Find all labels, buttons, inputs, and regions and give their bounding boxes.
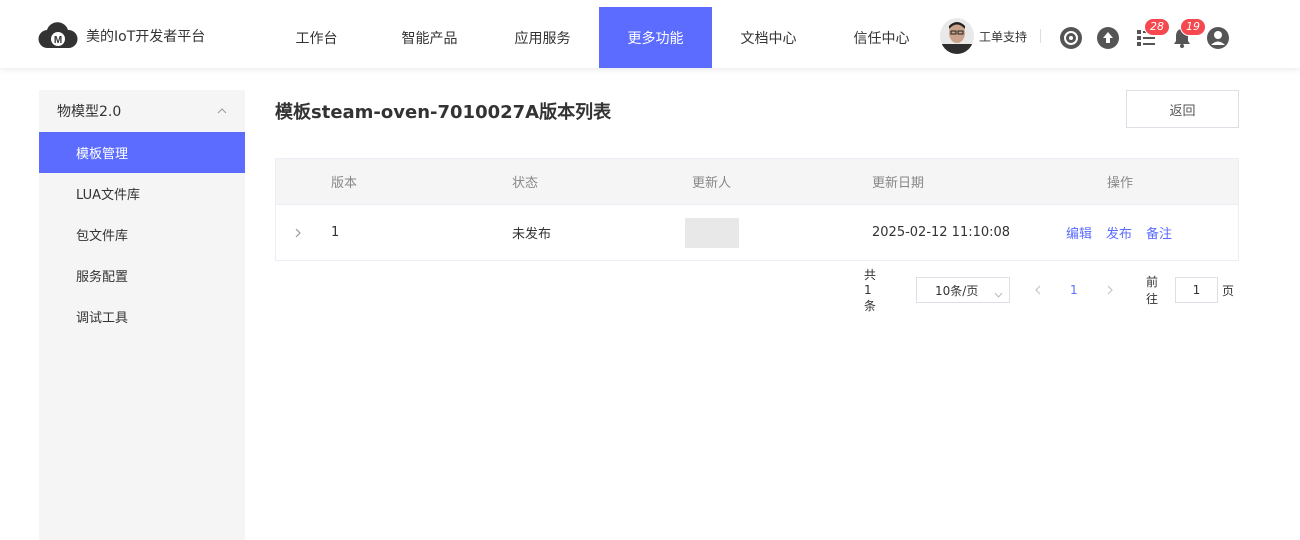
sidebar: 物模型2.0 模板管理 LUA文件库 包文件库 服务配置 调试工具	[39, 90, 245, 540]
prev-page-icon[interactable]	[1034, 277, 1042, 303]
avatar[interactable]	[940, 18, 974, 54]
version-table: 版本 状态 更新人 更新日期 操作 1 未发布 2025-02-12 11:10…	[275, 158, 1239, 261]
sidebar-item-package-library[interactable]: 包文件库	[39, 214, 245, 255]
user-icon[interactable]	[1206, 26, 1230, 50]
task-count-badge: 28	[1144, 18, 1170, 36]
bell-icon[interactable]: 19	[1170, 18, 1206, 50]
expand-row-chevron-icon[interactable]	[294, 205, 302, 260]
page-size-value: 10条/页	[935, 283, 979, 298]
updated-at-cell: 2025-02-12 11:10:08	[872, 225, 1011, 240]
cloud-logo-icon: M	[38, 22, 78, 50]
redacted-updater-block	[685, 217, 739, 248]
target-icon[interactable]	[1059, 26, 1083, 50]
nav-item-workbench[interactable]: 工作台	[260, 7, 373, 68]
edit-link[interactable]: 编辑	[1066, 223, 1092, 242]
status-cell: 未发布	[512, 227, 552, 242]
publish-link[interactable]: 发布	[1106, 223, 1132, 242]
brand-logo[interactable]: M 美的IoT开发者平台	[38, 22, 205, 50]
chevron-down-icon	[994, 287, 1003, 301]
next-page-icon[interactable]	[1106, 277, 1114, 303]
page-title: 模板steam-oven-7010027A版本列表	[275, 102, 612, 123]
user-menu[interactable]: 工单支持	[940, 18, 1042, 54]
task-list-icon[interactable]: 28	[1134, 18, 1170, 50]
sidebar-item-debug-tools[interactable]: 调试工具	[39, 296, 245, 337]
nav-item-app-services[interactable]: 应用服务	[486, 7, 599, 68]
page-size-select[interactable]: 10条/页	[916, 277, 1010, 303]
header-divider	[1040, 29, 1042, 43]
actions-cell: 编辑 发布 备注	[1066, 205, 1186, 260]
main-nav: 工作台 智能产品 应用服务 更多功能 文档中心 信任中心	[260, 7, 938, 68]
table-header: 版本 状态 更新人 更新日期 操作	[276, 159, 1238, 204]
column-header-status: 状态	[512, 176, 539, 191]
column-header-updater: 更新人	[692, 176, 732, 191]
svg-text:M: M	[54, 35, 62, 46]
top-navbar: M 美的IoT开发者平台 工作台 智能产品 应用服务 更多功能 文档中心 信任中…	[0, 0, 1300, 68]
nav-item-docs[interactable]: 文档中心	[712, 7, 825, 68]
notification-count-badge: 19	[1180, 18, 1206, 36]
sidebar-group-label: 物模型2.0	[57, 104, 122, 120]
upload-icon[interactable]	[1096, 26, 1120, 50]
column-header-actions: 操作	[1107, 176, 1134, 191]
column-header-version: 版本	[331, 176, 358, 191]
goto-page-input[interactable]: 1	[1175, 277, 1218, 303]
sidebar-item-template-management[interactable]: 模板管理	[39, 132, 245, 173]
current-page-number[interactable]: 1	[1070, 277, 1078, 303]
column-header-updated-at: 更新日期	[872, 176, 925, 191]
sidebar-item-lua-library[interactable]: LUA文件库	[39, 173, 245, 214]
remark-link[interactable]: 备注	[1146, 223, 1172, 242]
user-name[interactable]: 工单支持	[979, 28, 1027, 45]
chevron-up-icon	[217, 103, 227, 119]
table-row: 1 未发布 2025-02-12 11:10:08 编辑 发布 备注	[276, 204, 1238, 260]
updater-cell	[685, 205, 739, 260]
version-cell: 1	[331, 225, 340, 240]
goto-label: 前往	[1146, 275, 1159, 306]
nav-item-trust-center[interactable]: 信任中心	[825, 7, 938, 68]
page-suffix-label: 页	[1222, 283, 1235, 298]
brand-name: 美的IoT开发者平台	[86, 29, 206, 45]
pagination-total: 共 1 条	[864, 268, 877, 313]
back-button[interactable]: 返回	[1126, 90, 1239, 128]
sidebar-group-header[interactable]: 物模型2.0	[39, 90, 245, 132]
sidebar-item-service-config[interactable]: 服务配置	[39, 255, 245, 296]
nav-item-more-features[interactable]: 更多功能	[599, 7, 712, 68]
nav-item-smart-products[interactable]: 智能产品	[373, 7, 486, 68]
